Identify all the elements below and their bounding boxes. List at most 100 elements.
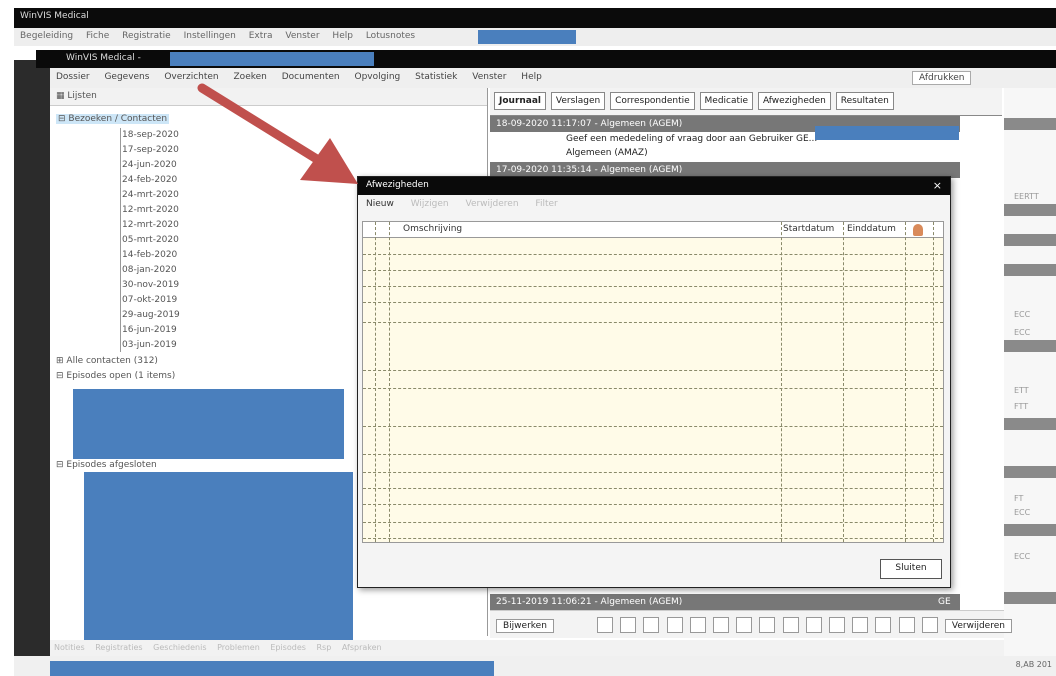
- remove-button[interactable]: Verwijderen: [465, 199, 518, 209]
- tab-correspondentie[interactable]: Correspondentie: [610, 92, 695, 110]
- grid-row-line: [363, 488, 943, 489]
- up-icon[interactable]: [620, 617, 637, 633]
- tree-date-item[interactable]: 24-mrt-2020: [122, 190, 179, 200]
- status-tab-rsp[interactable]: Rsp: [316, 643, 331, 652]
- collapse-icon[interactable]: ⊟: [56, 460, 66, 470]
- first-icon[interactable]: [666, 617, 683, 633]
- tree-date-item[interactable]: 30-nov-2019: [122, 280, 179, 290]
- menu-statistiek[interactable]: Statistiek: [415, 72, 457, 82]
- status-tab-problemen[interactable]: Problemen: [217, 643, 260, 652]
- tree-date-item[interactable]: 24-jun-2020: [122, 160, 177, 170]
- status-tab-geschiedenis[interactable]: Geschiedenis: [153, 643, 206, 652]
- fr-bar: [1004, 524, 1056, 536]
- update-button[interactable]: Bijwerken: [496, 619, 554, 633]
- status-tab-afspraken[interactable]: Afspraken: [342, 643, 382, 652]
- menu-begeleiding[interactable]: Begeleiding: [20, 31, 73, 41]
- grid-row-line: [363, 286, 943, 287]
- tree-root-item[interactable]: ⊟ Bezoeken / Contacten: [56, 114, 170, 124]
- table-icon[interactable]: [921, 617, 938, 633]
- dialog-titlebar: Afwezigheden ×: [358, 177, 950, 195]
- tree-date-item[interactable]: 17-sep-2020: [122, 145, 179, 155]
- filter-clear-icon[interactable]: [898, 617, 915, 633]
- tree-date-item[interactable]: 16-jun-2019: [122, 325, 177, 335]
- search-icon[interactable]: [759, 617, 776, 633]
- user-icon[interactable]: [805, 617, 822, 633]
- absence-dialog: Afwezigheden × Nieuw Wijzigen Verwijdere…: [357, 176, 951, 588]
- menu-zoeken[interactable]: Zoeken: [234, 72, 267, 82]
- status-bar-text: 8,AB 201: [1015, 660, 1052, 669]
- filter-button[interactable]: Filter: [535, 199, 557, 209]
- menu-documenten[interactable]: Documenten: [282, 72, 340, 82]
- menu-gegevens[interactable]: Gegevens: [104, 72, 149, 82]
- tree-episodes-open[interactable]: ⊟ Episodes open (1 items): [56, 371, 175, 381]
- fr-text: EERTT: [1014, 192, 1039, 201]
- status-tab-registraties[interactable]: Registraties: [95, 643, 142, 652]
- tree-date-item[interactable]: 12-mrt-2020: [122, 205, 179, 215]
- menu-fiche[interactable]: Fiche: [86, 31, 109, 41]
- status-tab-notities[interactable]: Notities: [54, 643, 85, 652]
- menu-venster-inner[interactable]: Venster: [472, 72, 506, 82]
- menu-overzichten[interactable]: Overzichten: [164, 72, 218, 82]
- menu-dossier[interactable]: Dossier: [56, 72, 90, 82]
- attachment-icon[interactable]: [736, 617, 753, 633]
- down-icon[interactable]: [643, 617, 660, 633]
- grid-row-line: [363, 254, 943, 255]
- episodes-closed-label: Episodes afgesloten: [66, 460, 157, 470]
- absence-grid[interactable]: Omschrijving Startdatum Einddatum: [362, 221, 944, 543]
- tree-date-item[interactable]: 05-mrt-2020: [122, 235, 179, 245]
- tab-afwezigheden[interactable]: Afwezigheden: [757, 92, 831, 110]
- col-startdatum[interactable]: Startdatum: [783, 224, 834, 234]
- menu-opvolging[interactable]: Opvolging: [354, 72, 400, 82]
- filter-icon[interactable]: [875, 617, 892, 633]
- grid-icon[interactable]: [852, 617, 869, 633]
- edit-button[interactable]: Wijzigen: [411, 199, 449, 209]
- tree-connector: [120, 128, 121, 352]
- menu-instellingen[interactable]: Instellingen: [184, 31, 236, 41]
- tab-journaal[interactable]: Journaal: [494, 92, 547, 110]
- person-icon: [913, 224, 923, 236]
- tree-date-item[interactable]: 29-aug-2019: [122, 310, 180, 320]
- fr-bar: [1004, 340, 1056, 352]
- close-icon[interactable]: ×: [933, 179, 942, 192]
- close-button[interactable]: Sluiten: [880, 559, 942, 579]
- collapse-icon[interactable]: ⊟: [56, 371, 66, 381]
- expand-icon[interactable]: ⊞: [56, 356, 66, 366]
- tree-date-item[interactable]: 24-feb-2020: [122, 175, 177, 185]
- new-button[interactable]: Nieuw: [366, 199, 394, 209]
- fr-text: ECC: [1014, 310, 1031, 319]
- status-tab-episodes[interactable]: Episodes: [270, 643, 306, 652]
- tree-date-item[interactable]: 03-jun-2019: [122, 340, 177, 350]
- tree-date-item[interactable]: 18-sep-2020: [122, 130, 179, 140]
- col-einddatum[interactable]: Einddatum: [847, 224, 896, 234]
- tree-date-item[interactable]: 14-feb-2020: [122, 250, 177, 260]
- tree-root-label: Bezoeken / Contacten: [68, 114, 168, 124]
- menu-extra[interactable]: Extra: [249, 31, 273, 41]
- delete-button[interactable]: Verwijderen: [944, 619, 1012, 633]
- tab-resultaten[interactable]: Resultaten: [835, 92, 894, 110]
- refresh-icon[interactable]: [782, 617, 799, 633]
- stethoscope-icon[interactable]: [713, 617, 730, 633]
- menu-help[interactable]: Help: [332, 31, 353, 41]
- col-omschrijving[interactable]: Omschrijving: [403, 224, 462, 234]
- tree-all-contacts[interactable]: ⊞ Alle contacten (312): [56, 356, 158, 366]
- menu-venster[interactable]: Venster: [285, 31, 319, 41]
- chart-icon[interactable]: [828, 617, 845, 633]
- tree-date-item[interactable]: 07-okt-2019: [122, 295, 177, 305]
- menu-registratie[interactable]: Registratie: [122, 31, 171, 41]
- tree-episodes-closed[interactable]: ⊟ Episodes afgesloten: [56, 460, 157, 470]
- journal-row[interactable]: 25-11-2019 11:06:21 - Algemeen (AGEM): [490, 594, 960, 610]
- tree-date-item[interactable]: 08-jan-2020: [122, 265, 177, 275]
- menu-help-inner[interactable]: Help: [521, 72, 542, 82]
- tree-date-item[interactable]: 12-mrt-2020: [122, 220, 179, 230]
- redaction-block: [50, 661, 494, 676]
- print-button[interactable]: Afdrukken: [912, 71, 972, 85]
- collapse-icon[interactable]: ⊟: [58, 114, 68, 124]
- fr-bar: [1004, 118, 1056, 130]
- copy-icon[interactable]: [597, 617, 614, 633]
- menu-lotusnotes[interactable]: Lotusnotes: [366, 31, 415, 41]
- list-icon[interactable]: ▦: [56, 91, 67, 101]
- tab-verslagen[interactable]: Verslagen: [550, 92, 606, 110]
- left-dark-panel: [14, 60, 50, 676]
- last-icon[interactable]: [689, 617, 706, 633]
- tab-medicatie[interactable]: Medicatie: [699, 92, 754, 110]
